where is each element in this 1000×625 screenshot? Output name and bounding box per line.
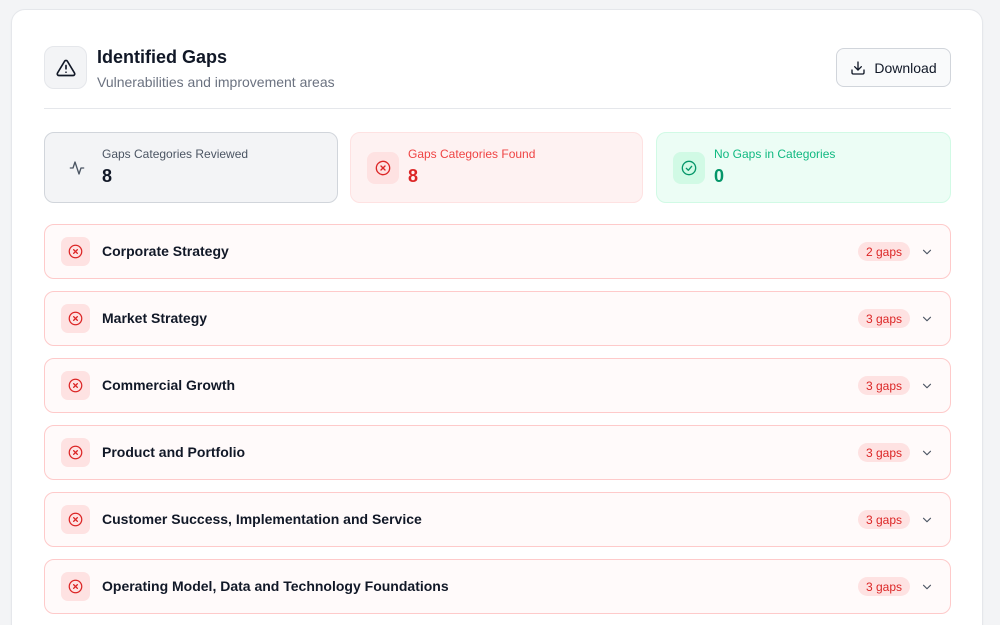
page-subtitle: Vulnerabilities and improvement areas (97, 74, 335, 90)
gap-count-badge: 3 gaps (857, 309, 910, 328)
stat-found-label: Gaps Categories Found (408, 147, 536, 161)
x-circle-icon (367, 152, 399, 184)
category-name: Market Strategy (102, 310, 208, 326)
category-name: Operating Model, Data and Technology Fou… (102, 578, 449, 594)
warning-triangle-icon (44, 46, 87, 89)
category-row-customer-success[interactable]: Customer Success, Implementation and Ser… (44, 492, 951, 547)
category-row-market-strategy[interactable]: Market Strategy 3 gaps (44, 291, 951, 346)
chevron-down-icon[interactable] (920, 245, 934, 259)
gap-count-badge: 3 gaps (857, 376, 910, 395)
x-circle-icon (61, 304, 90, 333)
chevron-down-icon[interactable] (920, 513, 934, 527)
stat-no-gaps-label: No Gaps in Categories (714, 147, 836, 161)
chevron-down-icon[interactable] (920, 580, 934, 594)
check-circle-icon (673, 152, 705, 184)
page-title: Identified Gaps (97, 47, 228, 67)
stat-found: Gaps Categories Found 8 (350, 132, 643, 203)
category-name: Corporate Strategy (102, 243, 229, 259)
stats-row: Gaps Categories Reviewed 8 Gaps Categori… (44, 132, 951, 203)
stat-reviewed: Gaps Categories Reviewed 8 (44, 132, 338, 203)
download-button[interactable]: Download (836, 48, 951, 87)
activity-icon (61, 152, 93, 184)
category-row-product-portfolio[interactable]: Product and Portfolio 3 gaps (44, 425, 951, 480)
chevron-down-icon[interactable] (920, 446, 934, 460)
category-name: Commercial Growth (102, 377, 236, 393)
stat-reviewed-value: 8 (102, 166, 113, 186)
gap-count-badge: 3 gaps (857, 443, 910, 462)
x-circle-icon (61, 438, 90, 467)
x-circle-icon (61, 572, 90, 601)
chevron-down-icon[interactable] (920, 312, 934, 326)
stat-no-gaps: No Gaps in Categories 0 (656, 132, 951, 203)
download-icon (851, 60, 866, 75)
gap-count-badge: 3 gaps (857, 577, 910, 596)
identified-gaps-card: Identified Gaps Vulnerabilities and impr… (11, 9, 983, 625)
stat-no-gaps-value: 0 (714, 166, 725, 186)
download-label: Download (874, 59, 937, 76)
card-header: Identified Gaps Vulnerabilities and impr… (44, 45, 951, 109)
stat-found-value: 8 (408, 166, 419, 186)
gap-count-badge: 2 gaps (857, 242, 910, 261)
category-row-commercial-growth[interactable]: Commercial Growth 3 gaps (44, 358, 951, 413)
gap-count-badge: 3 gaps (857, 510, 910, 529)
category-name: Customer Success, Implementation and Ser… (102, 511, 422, 527)
category-row-corporate-strategy[interactable]: Corporate Strategy 2 gaps (44, 224, 951, 279)
stat-reviewed-label: Gaps Categories Reviewed (102, 147, 249, 161)
x-circle-icon (61, 237, 90, 266)
chevron-down-icon[interactable] (920, 379, 934, 393)
x-circle-icon (61, 505, 90, 534)
x-circle-icon (61, 371, 90, 400)
category-name: Product and Portfolio (102, 444, 246, 460)
category-row-operating-model[interactable]: Operating Model, Data and Technology Fou… (44, 559, 951, 614)
gap-category-list: Corporate Strategy 2 gaps Market Strateg… (44, 224, 951, 625)
